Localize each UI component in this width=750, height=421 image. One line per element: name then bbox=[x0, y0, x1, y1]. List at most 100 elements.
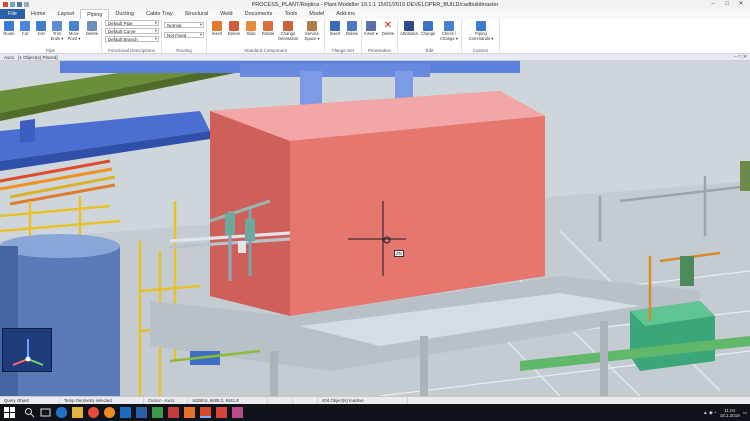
rotate-icon bbox=[263, 21, 273, 31]
branch-spec-select[interactable]: Default Branch bbox=[105, 36, 159, 42]
attributes-button[interactable]: Attributes bbox=[399, 21, 419, 37]
close-button[interactable]: ✕ bbox=[734, 0, 748, 9]
tab-structural[interactable]: Structural bbox=[179, 9, 215, 19]
app-icon-8[interactable] bbox=[168, 407, 179, 418]
tab-add-ins[interactable]: Add-ins bbox=[330, 9, 361, 19]
orientation-icon bbox=[283, 21, 293, 31]
tab-home[interactable]: Home bbox=[25, 9, 52, 19]
outlook-icon[interactable] bbox=[120, 407, 131, 418]
insert-penetration-button[interactable]: Insert ▾ bbox=[363, 21, 379, 37]
delete-component-button[interactable]: Delete bbox=[226, 21, 242, 37]
tab-tools[interactable]: Tools bbox=[278, 9, 303, 19]
tab-ducting[interactable]: Ducting bbox=[109, 9, 140, 19]
task-view-icon[interactable] bbox=[40, 407, 51, 418]
penetration-insert-icon bbox=[366, 21, 376, 31]
plant-model-scene bbox=[0, 61, 750, 396]
tab-file[interactable]: File bbox=[0, 9, 25, 19]
app-icon-11[interactable] bbox=[216, 407, 227, 418]
join-button[interactable]: Join bbox=[33, 21, 49, 37]
valve-delete-icon bbox=[229, 21, 239, 31]
tab-piping[interactable]: Piping bbox=[80, 9, 110, 19]
ribbon-tabs: File Home Layout Piping Ducting Cable Tr… bbox=[0, 9, 750, 19]
windows-start-icon[interactable] bbox=[4, 407, 15, 418]
fixing-mode-select[interactable]: Not Fixed bbox=[164, 32, 204, 38]
pipe-spec-select[interactable]: Default Pipe bbox=[105, 20, 159, 26]
attributes-icon bbox=[404, 21, 414, 31]
delete-flange-button[interactable]: Delete bbox=[344, 21, 360, 37]
tab-documents[interactable]: Documents bbox=[239, 9, 279, 19]
axes-triad-icon bbox=[12, 339, 44, 366]
delete-icon bbox=[87, 21, 97, 31]
app-icon-12[interactable] bbox=[232, 407, 243, 418]
viewport-info: [1 Object(s) Placed] bbox=[18, 55, 58, 60]
flange-insert-icon bbox=[330, 21, 340, 31]
routing-group: Normal Not Fixed Routing bbox=[162, 19, 207, 54]
viewport-window-controls[interactable]: – □ ✕ bbox=[734, 54, 747, 61]
change-icon bbox=[423, 21, 433, 31]
3d-viewport[interactable]: ZN bbox=[0, 61, 750, 396]
penetration-group: Insert ▾ ✕ Delete Penetration bbox=[362, 19, 398, 54]
tray-icons[interactable]: ▲ ◉ ⌁ bbox=[703, 410, 717, 416]
status-bar: Query Object Temp Geometry selected Curs… bbox=[0, 396, 750, 405]
window-title: PROCESS_PLANT/Replica - Plant Modeller 1… bbox=[251, 1, 499, 8]
standard-component-group: Insert Delete Slide Rotate Change Orient… bbox=[207, 19, 325, 54]
check-change-button[interactable]: Check / Change ▾ bbox=[438, 21, 460, 41]
clock-date: 18.1.2019 bbox=[719, 412, 740, 418]
piping-commands-icon bbox=[476, 21, 486, 31]
viewport-title: Axo1 [1 Object(s) Placed] bbox=[4, 54, 58, 61]
maximize-button[interactable]: □ bbox=[720, 0, 734, 9]
slide-component-button[interactable]: Slide bbox=[243, 21, 259, 37]
cut-icon bbox=[20, 21, 30, 31]
insert-component-button[interactable]: Insert bbox=[209, 21, 225, 37]
functional-descriptions-group: Default Pipe Default Curve Default Branc… bbox=[102, 19, 162, 54]
edge-browser-icon[interactable] bbox=[56, 407, 67, 418]
service-space-button[interactable]: Service Space ▾ bbox=[302, 21, 322, 41]
move-point-icon bbox=[69, 21, 79, 31]
red-x-icon: ✕ bbox=[383, 20, 393, 31]
window-controls: – □ ✕ bbox=[706, 0, 748, 9]
edit-group: Attributes Change Check / Change ▾ Edit bbox=[398, 19, 462, 54]
route-icon bbox=[4, 21, 14, 31]
viewport-header: Axo1 [1 Object(s) Placed] – □ ✕ bbox=[0, 54, 750, 61]
cut-button[interactable]: Cut bbox=[17, 21, 33, 37]
tab-layout[interactable]: Layout bbox=[52, 9, 81, 19]
tab-weld[interactable]: Weld bbox=[214, 9, 238, 19]
minimize-button[interactable]: – bbox=[706, 0, 720, 9]
tab-model[interactable]: Model bbox=[303, 9, 330, 19]
rotate-component-button[interactable]: Rotate bbox=[260, 21, 276, 37]
check-change-icon bbox=[444, 21, 454, 31]
title-bar: PROCESS_PLANT/Replica - Plant Modeller 1… bbox=[0, 0, 750, 9]
app-icon-7[interactable] bbox=[152, 407, 163, 418]
change-button[interactable]: Change bbox=[420, 21, 436, 37]
notification-icon[interactable]: ▭ bbox=[743, 410, 747, 416]
trim-ends-icon bbox=[52, 21, 62, 31]
search-icon[interactable] bbox=[24, 407, 35, 418]
flange-delete-icon bbox=[347, 21, 357, 31]
service-space-icon bbox=[307, 21, 317, 31]
insert-flange-button[interactable]: Insert bbox=[327, 21, 343, 37]
ribbon-panel: Route Cut Join Trim Ends ▾ Move Point ▾ … bbox=[0, 19, 750, 54]
firefox-icon[interactable] bbox=[104, 407, 115, 418]
tab-cable-tray[interactable]: Cable Tray bbox=[140, 9, 179, 19]
delete-pipe-button[interactable]: Delete bbox=[84, 21, 100, 37]
word-icon[interactable] bbox=[136, 407, 147, 418]
viewport-tab[interactable]: Axo1 bbox=[4, 55, 14, 60]
pipe-group: Route Cut Join Trim Ends ▾ Move Point ▾ … bbox=[0, 19, 102, 54]
clock[interactable]: 11:04 18.1.2019 bbox=[720, 408, 740, 418]
move-point-button[interactable]: Move Point ▾ bbox=[66, 21, 82, 41]
delete-penetration-button[interactable]: ✕ Delete bbox=[380, 21, 396, 37]
route-button[interactable]: Route bbox=[1, 21, 17, 37]
flange-set-group: Insert Delete Flange Set bbox=[325, 19, 362, 54]
piping-commands-button[interactable]: Piping Commands ▾ bbox=[466, 21, 496, 41]
custom-group: Piping Commands ▾ Custom bbox=[462, 19, 500, 54]
trim-ends-button[interactable]: Trim Ends ▾ bbox=[49, 21, 65, 41]
orientation-navcube[interactable] bbox=[2, 328, 52, 372]
chrome-icon[interactable] bbox=[88, 407, 99, 418]
change-orientation-button[interactable]: Change Orientation bbox=[277, 21, 299, 41]
curve-spec-select[interactable]: Default Curve bbox=[105, 28, 159, 34]
plant-modeller-taskbar-icon[interactable] bbox=[200, 407, 211, 418]
app-icon-9[interactable] bbox=[184, 407, 195, 418]
routing-mode-select[interactable]: Normal bbox=[164, 22, 204, 28]
file-explorer-icon[interactable] bbox=[72, 407, 83, 418]
cursor-snap-tag: ZN bbox=[394, 250, 404, 257]
